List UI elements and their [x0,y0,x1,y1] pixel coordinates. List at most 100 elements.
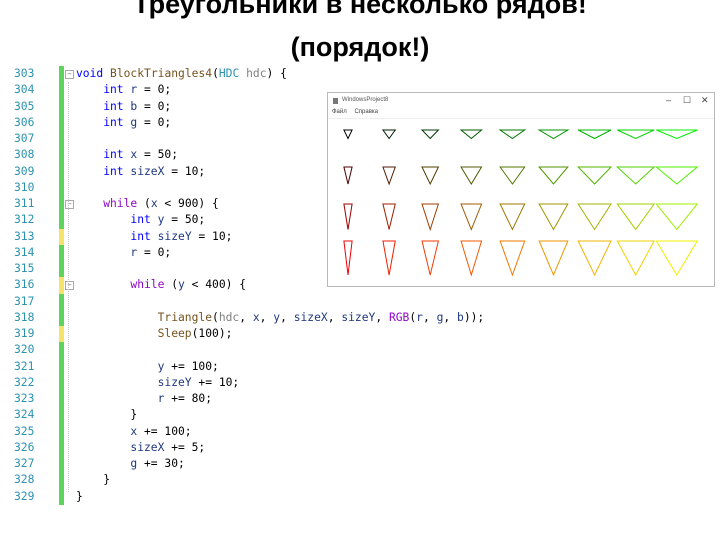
code-line[interactable]: 320 [0,342,500,359]
change-marker [59,391,64,408]
line-number: 327 [14,457,35,470]
collapse-icon[interactable]: − [65,281,74,291]
triangle [616,240,655,277]
code-line[interactable]: 327 g += 30; [0,456,500,473]
menu-file[interactable]: Файл [332,109,347,115]
triangle [421,240,440,276]
minimize-icon[interactable]: – [666,95,671,105]
line-number: 329 [14,489,35,503]
code-token: ( [164,278,179,292]
code-token: sizeY [157,229,192,243]
change-marker [59,326,64,343]
change-marker [59,114,64,131]
code-line[interactable]: 326 sizeX += 5; [0,439,500,456]
collapse-icon[interactable]: − [65,70,74,79]
line-number: 323 [14,392,35,405]
triangle [538,240,569,277]
change-marker [59,439,64,456]
change-marker [59,374,64,391]
line-number: 322 [14,375,35,389]
triangle [460,203,483,231]
triangle [460,240,483,277]
code-token: int [130,229,151,243]
close-icon[interactable]: ✕ [701,95,709,106]
code-token: sizeY [157,375,192,389]
code-token: Triangle [157,310,213,324]
triangle [499,203,526,231]
code-text: int g = 0; [103,115,171,131]
change-marker [59,196,64,213]
line-number: 317 [14,294,35,308]
code-token: < 400) { [184,278,247,292]
code-token: , [443,310,457,324]
triangle [343,203,353,230]
change-marker [59,244,64,261]
code-token: } [103,473,110,487]
maximize-icon[interactable]: ☐ [683,95,691,106]
code-line[interactable]: 329} [0,488,500,505]
code-token: ) { [266,67,287,80]
code-text: void BlockTriangles4(HDC hdc) { [76,66,287,82]
triangle-canvas [343,129,699,277]
triangle [343,240,353,276]
line-number: 318 [14,310,35,324]
line-number: 325 [14,424,35,438]
change-marker [59,293,64,310]
code-token: sizeY [341,310,376,324]
change-marker [59,147,64,164]
triangle [421,166,440,186]
line-number: 313 [14,229,35,243]
code-line[interactable]: 321 y += 100; [0,358,500,375]
triangle [421,203,440,232]
code-token: ( [212,310,219,324]
line-number: 328 [14,473,35,487]
code-text: r += 80; [158,391,212,407]
menu-bar: Файл Справка [328,109,714,119]
code-token: BlockTriangles4 [110,67,213,80]
line-number: 310 [14,180,35,194]
collapse-icon[interactable]: − [65,200,74,209]
code-line[interactable]: 318 Triangle(hdc, x, y, sizeX, sizeY, RGB… [0,309,500,326]
code-token: < 900) { [157,197,219,210]
code-token: } [130,408,138,422]
code-token: , [327,310,342,324]
triangle [538,203,569,231]
code-token: hdc [246,67,267,80]
code-line[interactable]: 322 sizeY += 10; [0,374,500,391]
change-marker [59,277,64,294]
code-text: Sleep(100); [158,326,233,342]
code-token: Sleep [157,327,192,340]
code-line[interactable]: 324} [0,407,500,424]
line-number: 308 [14,148,35,162]
change-marker [59,66,64,83]
code-token: y [178,278,185,292]
code-token: ( [212,67,219,80]
line-number: 319 [14,327,35,340]
code-line[interactable]: 303 − void BlockTriangles4(HDC hdc) { [0,66,500,83]
code-line[interactable]: 323 r += 80; [0,391,500,408]
code-line[interactable]: 317 [0,293,500,310]
triangle [655,203,699,231]
line-number: 305 [14,99,35,113]
code-token: RGB [388,310,410,324]
code-text: y += 100; [158,359,219,375]
code-line[interactable]: 328} [0,472,500,489]
code-line[interactable]: 319 Sleep(100); [0,326,500,343]
code-text: x += 100; [130,424,191,440]
triangle [577,240,612,277]
line-number: 304 [14,83,35,97]
line-number: 311 [14,197,35,210]
code-token: , [422,310,437,324]
code-text: int y = 50; [130,212,205,228]
change-marker [59,342,64,359]
line-number: 315 [14,262,35,275]
code-token: int [103,83,124,97]
code-line[interactable]: 325 x += 100; [0,423,500,440]
code-token: int [103,115,124,129]
menu-help[interactable]: Справка [354,109,378,115]
code-text: int r = 0; [103,82,171,98]
line-number: 321 [14,359,35,373]
code-token: hdc [218,310,240,324]
code-text: while (y < 400) { [130,277,246,293]
